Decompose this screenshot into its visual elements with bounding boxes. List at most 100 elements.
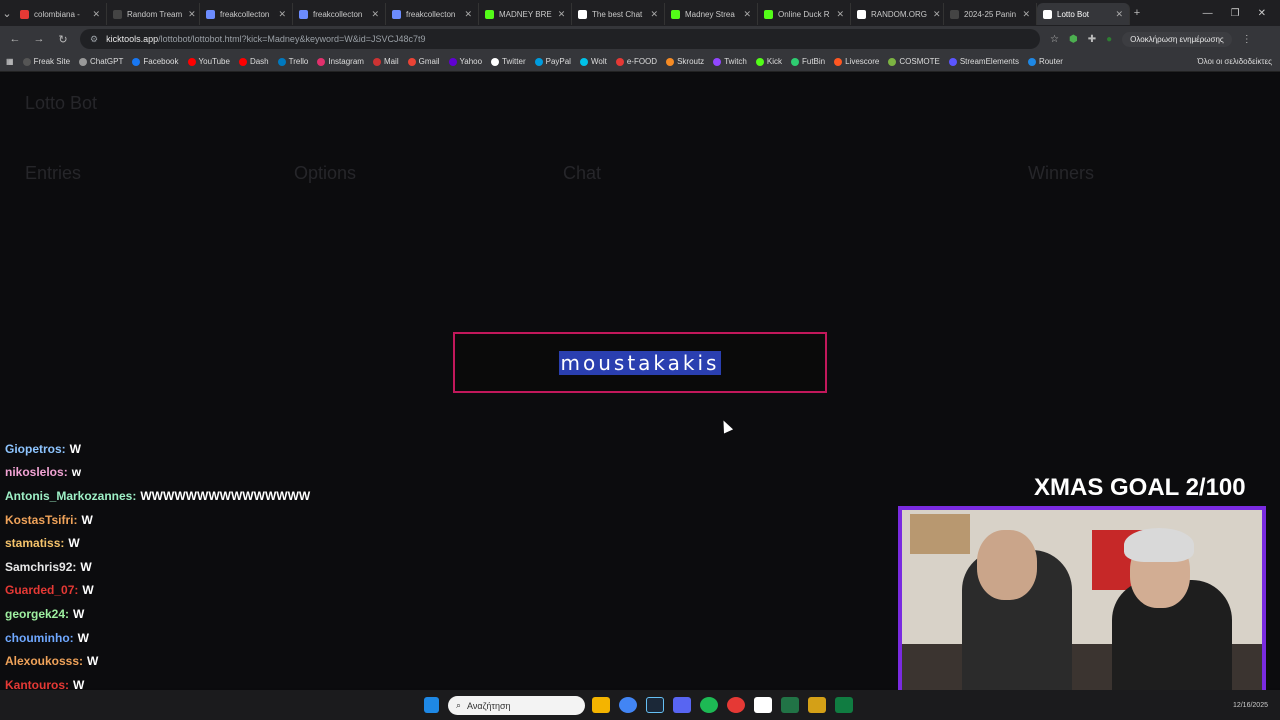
- taskbar-search[interactable]: ⌕ Αναζήτηση: [448, 696, 585, 715]
- tab-1[interactable]: Random Tream ✕: [107, 3, 200, 25]
- tab-close-icon[interactable]: ✕: [927, 9, 941, 20]
- chrome-icon[interactable]: [619, 697, 637, 713]
- bookmark-item[interactable]: Gmail: [407, 57, 440, 66]
- bookmark-item[interactable]: PayPal: [534, 57, 571, 66]
- xls-icon[interactable]: [835, 697, 853, 713]
- bookmark-favicon-icon: [666, 57, 675, 66]
- bookmark-item[interactable]: Trello: [277, 57, 308, 66]
- chat-text: W: [87, 654, 99, 669]
- profile-avatar[interactable]: ●: [1106, 34, 1112, 45]
- bookmark-item[interactable]: YouTube: [187, 57, 230, 66]
- tab-5[interactable]: MADNEY BRE ✕: [479, 3, 572, 25]
- tab-close-icon[interactable]: ✕: [86, 9, 100, 20]
- bookmark-item[interactable]: Facebook: [132, 57, 179, 66]
- file-explorer-icon[interactable]: [592, 697, 610, 713]
- bookmark-favicon-icon: [755, 57, 764, 66]
- bookmark-favicon-icon: [834, 57, 843, 66]
- update-button[interactable]: Ολοκλήρωση ενημέρωσης: [1122, 31, 1232, 47]
- taskbar-apps: [592, 697, 853, 713]
- tab-close-icon[interactable]: ✕: [365, 9, 379, 20]
- bookmark-item[interactable]: Yahoo: [448, 57, 482, 66]
- extensions-puzzle-icon[interactable]: ✚: [1088, 34, 1096, 45]
- spotify-icon[interactable]: [700, 697, 718, 713]
- tab-close-icon[interactable]: ✕: [1109, 9, 1123, 20]
- bookmark-item[interactable]: Livescore: [834, 57, 879, 66]
- chat-username: georgek24:: [5, 606, 70, 621]
- close-window-icon[interactable]: ✕: [1258, 8, 1266, 19]
- minimize-icon[interactable]: —: [1203, 8, 1213, 19]
- tab-close-icon[interactable]: ✕: [272, 9, 286, 20]
- extension-icon[interactable]: ⬢: [1069, 34, 1078, 45]
- bookmark-item[interactable]: Twitter: [491, 57, 526, 66]
- app-icon[interactable]: [808, 697, 826, 713]
- winners-heading: Winners: [1028, 163, 1095, 183]
- tab-close-icon[interactable]: ✕: [182, 9, 196, 20]
- bookmark-item[interactable]: Wolt: [579, 57, 607, 66]
- tab-close-icon[interactable]: ✕: [458, 9, 472, 20]
- bookmark-favicon-icon: [1027, 57, 1036, 66]
- all-bookmarks-folder[interactable]: Όλοι οι σελιδοδείκτες: [1197, 57, 1280, 66]
- bookmark-favicon-icon: [579, 57, 588, 66]
- tab-label: Lotto Bot: [1057, 9, 1090, 19]
- bookmark-item[interactable]: Mail: [372, 57, 399, 66]
- forward-icon[interactable]: →: [32, 33, 46, 45]
- new-tab-icon[interactable]: +: [1130, 7, 1144, 19]
- tab-close-icon[interactable]: ✕: [552, 9, 566, 20]
- back-icon[interactable]: ←: [8, 33, 22, 45]
- bookmark-label: ChatGPT: [90, 57, 124, 66]
- chat-username: Antonis_Markozannes:: [5, 488, 137, 503]
- bookmark-item[interactable]: COSMOTE: [888, 57, 940, 66]
- tab-4[interactable]: freakcollecton ✕: [386, 3, 479, 25]
- tab-search-icon[interactable]: ⌄: [0, 7, 14, 20]
- tab-close-icon[interactable]: ✕: [1016, 9, 1030, 20]
- menu-icon[interactable]: ⋮: [1242, 34, 1252, 45]
- bookmark-item[interactable]: e-FOOD: [615, 57, 657, 66]
- chat-username: nikoslelos:: [5, 465, 68, 480]
- tab-0[interactable]: colombiana - ✕: [14, 3, 107, 25]
- bookmark-item[interactable]: FutBin: [790, 57, 825, 66]
- chat-username: Guarded_07:: [5, 583, 79, 598]
- tab-8[interactable]: Online Duck R ✕: [758, 3, 851, 25]
- capcut-icon[interactable]: [754, 697, 772, 713]
- tab-3[interactable]: freakcollecton ✕: [293, 3, 386, 25]
- discord-icon[interactable]: [673, 697, 691, 713]
- chat-message: Giopetros: W: [5, 437, 345, 461]
- stream-chat-overlay: Giopetros: Wnikoslelos: w Antonis_Markozann…: [5, 437, 345, 697]
- bookmark-item[interactable]: StreamElements: [948, 57, 1019, 66]
- bookmark-item[interactable]: Skroutz: [666, 57, 704, 66]
- bookmark-label: Gmail: [418, 57, 440, 66]
- bookmark-item[interactable]: Kick: [755, 57, 782, 66]
- tab-7[interactable]: Madney Strea ✕: [665, 3, 758, 25]
- bookmark-item[interactable]: Instagram: [317, 57, 364, 66]
- bookmark-item[interactable]: Dash: [238, 57, 269, 66]
- tab-10[interactable]: 2024-25 Panin ✕: [944, 3, 1037, 25]
- bookmark-label: YouTube: [198, 57, 230, 66]
- winner-name[interactable]: moustakakis: [558, 350, 722, 375]
- tab-favicon-icon: [764, 9, 773, 19]
- obs-icon[interactable]: [727, 697, 745, 713]
- tab-close-icon[interactable]: ✕: [644, 9, 658, 20]
- bookmark-item[interactable]: Twitch: [713, 57, 747, 66]
- excel-icon[interactable]: [781, 697, 799, 713]
- chat-username: Giopetros:: [5, 441, 66, 456]
- start-icon[interactable]: [424, 697, 439, 713]
- tab-close-icon[interactable]: ✕: [737, 9, 751, 20]
- url-field[interactable]: ⚙ kicktools.app/lottobot/lottobot.html?k…: [80, 29, 1040, 49]
- apps-grid-icon[interactable]: ▦: [6, 57, 14, 66]
- tab-2[interactable]: freakcollecton ✕: [200, 3, 293, 25]
- site-info-icon[interactable]: ⚙: [90, 34, 98, 45]
- bookmark-item[interactable]: ChatGPT: [79, 57, 123, 66]
- tab-9[interactable]: RANDOM.ORG ✕: [851, 3, 944, 25]
- steam-icon[interactable]: [646, 697, 664, 713]
- tab-close-icon[interactable]: ✕: [830, 9, 844, 20]
- maximize-icon[interactable]: ❐: [1231, 8, 1240, 19]
- bookmark-star-icon[interactable]: ☆: [1050, 34, 1059, 45]
- bookmark-label: Wolt: [590, 57, 607, 66]
- reload-icon[interactable]: ↻: [56, 33, 70, 46]
- bookmark-item[interactable]: Freak Site: [22, 57, 70, 66]
- bookmark-item[interactable]: Router: [1027, 57, 1063, 66]
- taskbar-icons: [424, 697, 439, 713]
- tab-11[interactable]: Lotto Bot ✕: [1037, 3, 1130, 25]
- tab-6[interactable]: The best Chat ✕: [572, 3, 665, 25]
- bookmark-favicon-icon: [491, 57, 500, 66]
